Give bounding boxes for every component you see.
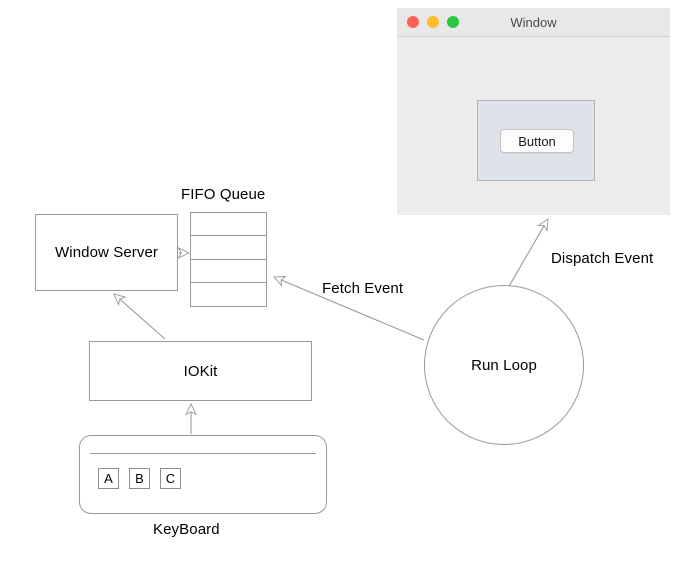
keyboard-key-a: A (98, 468, 119, 489)
mac-window: Window Button (397, 8, 670, 215)
keyboard-key-c: C (160, 468, 181, 489)
queue-cell (191, 213, 266, 237)
node-window-server: Window Server (35, 214, 178, 291)
arrow-iokit-to-window-server (114, 294, 166, 340)
keyboard-keys: A B C (98, 468, 181, 489)
node-iokit-label: IOKit (183, 362, 218, 380)
content-panel: Button (477, 100, 595, 181)
mac-window-title: Window (510, 14, 557, 30)
node-iokit: IOKit (89, 341, 312, 401)
node-run-loop-label: Run Loop (471, 356, 537, 374)
node-keyboard: A B C (79, 435, 327, 514)
ui-button[interactable]: Button (500, 129, 574, 153)
keyboard-caption: KeyBoard (153, 521, 220, 538)
fifo-queue-title: FIFO Queue (181, 186, 266, 203)
node-fifo-queue (190, 212, 267, 307)
keyboard-divider (90, 453, 316, 454)
arrow-run-loop-to-window (507, 219, 548, 289)
node-window-server-label: Window Server (55, 244, 158, 261)
mac-window-content: Button (397, 37, 670, 215)
queue-cell (191, 236, 266, 260)
keyboard-key-b: B (129, 468, 150, 489)
edge-label-dispatch-event: Dispatch Event (551, 250, 654, 267)
mac-window-titlebar: Window (397, 8, 670, 37)
queue-cell (191, 283, 266, 306)
diagram-canvas: Window Server FIFO Queue IOKit A B C Key… (0, 0, 700, 563)
node-run-loop: Run Loop (424, 285, 584, 445)
queue-cell (191, 260, 266, 283)
edge-label-fetch-event: Fetch Event (322, 280, 404, 297)
